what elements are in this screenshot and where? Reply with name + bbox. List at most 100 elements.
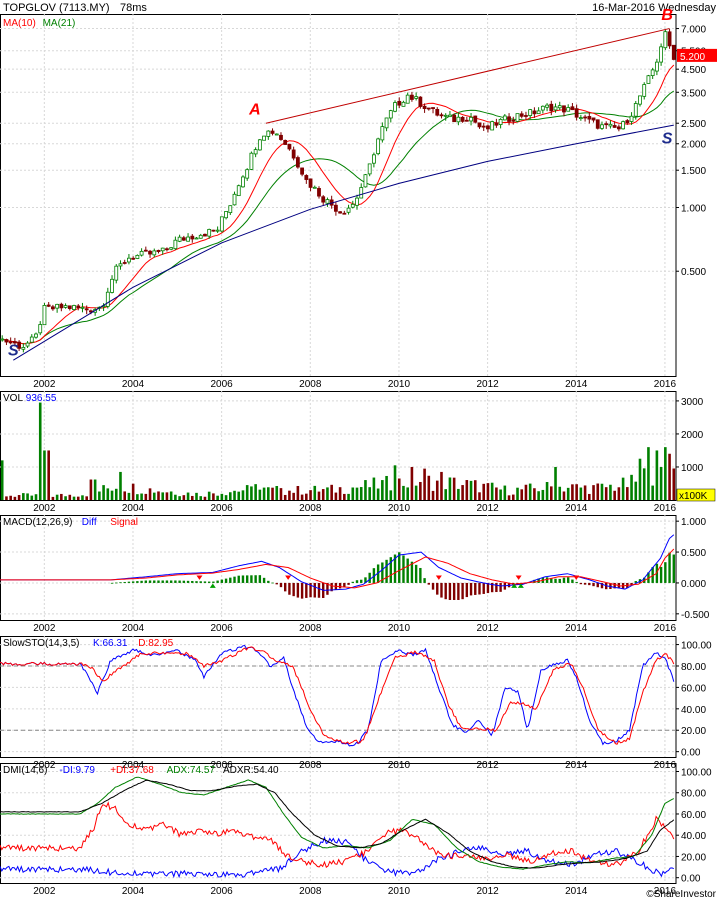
x-tick-label: 2006 — [211, 503, 234, 514]
y-tick-label: 80.00 — [681, 662, 706, 673]
x-tick-label: 2016 — [654, 503, 677, 514]
macd-histogram-bar — [212, 581, 215, 583]
last-price-label: 5.200 — [680, 52, 705, 63]
x-tick-label: 2008 — [299, 623, 322, 634]
volume-bar — [596, 483, 600, 500]
candle-body — [393, 102, 397, 112]
volume-bar — [13, 496, 17, 500]
volume-bar — [317, 491, 321, 500]
candle-body — [604, 123, 609, 126]
candle-body — [279, 134, 283, 140]
macd-histogram-bar — [254, 575, 257, 583]
annotation-b: B — [661, 7, 673, 24]
candle-body — [34, 333, 38, 338]
volume-bar — [136, 494, 139, 500]
y-tick-label: 4.500 — [681, 65, 706, 76]
macd-histogram-bar — [313, 582, 316, 598]
candle-body — [511, 119, 516, 122]
macd-histogram-bar — [148, 580, 152, 583]
volume-bar — [292, 492, 295, 500]
candle-body — [524, 115, 528, 117]
macd-histogram-bar — [562, 577, 566, 583]
x-tick-label: 2008 — [299, 886, 322, 897]
y-tick-label: 2.500 — [681, 119, 706, 130]
candle-body — [443, 114, 448, 117]
volume-bar — [486, 483, 490, 500]
legend-936-55: 936.55 — [26, 393, 57, 404]
volume-bar — [520, 489, 524, 500]
volume-bar — [275, 485, 279, 500]
x-tick-label: 2004 — [122, 623, 145, 634]
volume-bar — [427, 475, 431, 500]
volume-bar — [22, 493, 25, 500]
macd-histogram-bar — [452, 582, 456, 600]
candle-body — [646, 75, 651, 84]
macd-histogram-bar — [566, 577, 570, 583]
volume-bar — [478, 492, 481, 500]
sell-signal-arrow — [285, 575, 292, 580]
volume-bar — [5, 496, 8, 500]
candle-body — [583, 116, 587, 119]
candle-body — [152, 250, 157, 256]
volume-bar — [161, 492, 165, 500]
candle-body — [169, 247, 174, 250]
volume-bar — [85, 496, 88, 500]
volume-bar — [321, 489, 325, 500]
volume-bar — [283, 494, 287, 500]
volume-bar — [76, 496, 80, 500]
macd-histogram-bar — [355, 580, 359, 583]
macd-histogram-bar — [288, 582, 291, 595]
macd-histogram-bar — [110, 582, 114, 584]
volume-bar — [402, 485, 405, 500]
volume-bar — [511, 494, 515, 500]
volume-bar — [212, 493, 215, 500]
y-tick-label: 1.500 — [681, 166, 706, 177]
macd-histogram-bar — [465, 582, 469, 598]
volume-bar — [490, 482, 494, 500]
header-date: 16-Mar-2016 Wednesday — [592, 2, 716, 14]
candle-body — [76, 305, 81, 309]
candle-body — [308, 178, 313, 188]
macd-histogram-bar — [199, 581, 202, 583]
macd-histogram-bar — [554, 578, 557, 583]
legend-macd-12-26-9-: MACD(12,26,9) — [3, 517, 72, 528]
y-tick-label: 0.000 — [681, 579, 706, 590]
macd-histogram-bar — [398, 552, 401, 583]
candle-body — [122, 262, 127, 264]
candle-body — [616, 126, 621, 130]
macd-histogram-bar — [368, 572, 371, 583]
volume-bar — [524, 484, 528, 500]
macd-histogram-bar — [347, 582, 350, 585]
volume-bar — [326, 487, 329, 500]
x-tick-label: 2014 — [565, 379, 588, 390]
candle-body — [367, 163, 372, 175]
candle-body — [156, 249, 161, 252]
header-symbol: TOPGLOV (7113.MY) — [3, 2, 110, 14]
volume-bar — [423, 468, 426, 500]
x-tick-label: 2004 — [122, 503, 145, 514]
macd-histogram-bar — [245, 575, 249, 583]
x-tick-label: 2002 — [33, 623, 56, 634]
x-tick-label: 2010 — [388, 503, 411, 514]
volume-bar — [516, 487, 519, 500]
candle-body — [160, 247, 165, 252]
legend-adxr-54-40: ADXR:54.40 — [223, 765, 279, 776]
volume-bar — [592, 485, 595, 500]
volume-bar — [659, 467, 663, 500]
volume-bar — [668, 453, 671, 500]
x-tick-label: 2016 — [654, 886, 677, 897]
x-tick-label: 2014 — [565, 623, 588, 634]
candle-body — [439, 114, 444, 117]
volume-bar — [245, 485, 249, 500]
candle-body — [173, 239, 178, 250]
volume-bar — [435, 480, 439, 500]
volume-bar — [642, 468, 646, 500]
volume-bar — [482, 483, 486, 500]
candle-body — [515, 113, 520, 122]
candle-body — [241, 176, 245, 188]
volume-bar — [131, 483, 135, 500]
candle-body — [114, 265, 119, 281]
macd-histogram-bar — [275, 582, 278, 585]
volume-bar — [98, 491, 101, 500]
volume-bar — [583, 485, 587, 500]
